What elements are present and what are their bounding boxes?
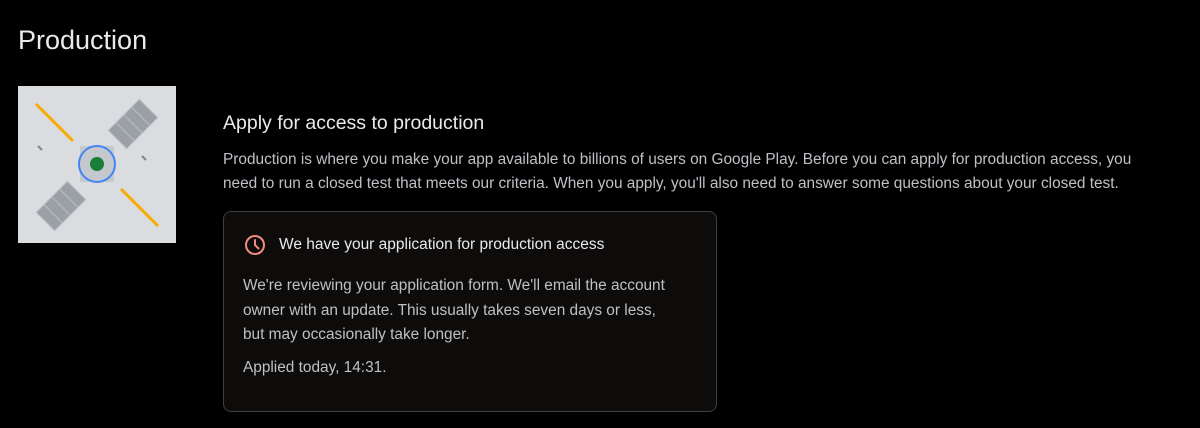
status-body-line: owner with an update. This usually takes… xyxy=(243,301,656,319)
description-line: Production is where you make your app av… xyxy=(223,151,1132,168)
satellite-icon xyxy=(18,86,176,243)
page-title: Production xyxy=(18,25,148,55)
status-card-body: We're reviewing your application form. W… xyxy=(243,274,713,348)
clock-icon xyxy=(243,233,267,257)
applied-timestamp: Applied today, 14:31. xyxy=(243,359,387,376)
status-body-line: We're reviewing your application form. W… xyxy=(243,277,665,294)
section-description: Production is where you make your app av… xyxy=(223,148,1200,196)
application-status-card: We have your application for production … xyxy=(223,211,717,412)
status-card-title: We have your application for production … xyxy=(279,236,605,253)
status-body-line: but may occasionally take longer. xyxy=(243,326,470,343)
description-line: need to run a closed test that meets our… xyxy=(223,175,1119,192)
status-card-header: We have your application for production … xyxy=(243,233,604,257)
section-heading: Apply for access to production xyxy=(223,112,485,134)
satellite-illustration xyxy=(18,86,176,243)
